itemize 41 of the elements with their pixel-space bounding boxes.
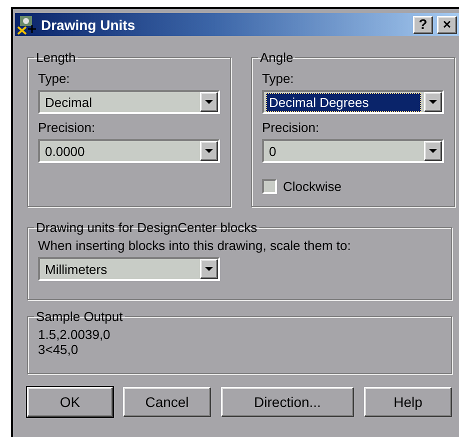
caret-down-icon — [205, 149, 213, 153]
sample-output-line: 1.5,2.0039,0 — [38, 327, 112, 342]
dropdown[interactable]: 0 — [262, 139, 444, 163]
dropdown-arrow-button[interactable] — [200, 259, 218, 279]
checkbox-label[interactable]: Clockwise — [283, 179, 342, 194]
app-icon — [17, 14, 37, 34]
caret-down-icon — [429, 149, 437, 153]
dropdown-value: Decimal — [44, 94, 93, 112]
caret-down-icon — [205, 267, 213, 271]
field-label: Type: — [262, 71, 295, 86]
group-title: Length — [35, 50, 77, 65]
group-title: Sample Output — [35, 309, 124, 324]
group-title: Drawing units for DesignCenter blocks — [35, 220, 258, 235]
dropdown-arrow-button[interactable] — [424, 92, 442, 112]
dropdown[interactable]: Decimal Degrees — [262, 90, 444, 114]
dropdown-value: Millimeters — [44, 260, 108, 278]
group-title: Angle — [259, 50, 294, 65]
dropdown-value: 0.0000 — [44, 142, 86, 160]
field-label: Precision: — [262, 120, 320, 135]
dropdown-arrow-button[interactable] — [200, 141, 218, 161]
dropdown[interactable]: Decimal — [38, 90, 220, 114]
checkbox[interactable] — [262, 179, 277, 194]
field-label: Type: — [38, 71, 71, 86]
dropdown[interactable]: Millimeters — [38, 257, 220, 281]
caret-down-icon — [205, 100, 213, 104]
field-label: Precision: — [38, 120, 96, 135]
help-button[interactable]: ? — [413, 16, 433, 34]
sample-output-line: 3<45,0 — [38, 342, 80, 357]
dropdown-value: 0 — [268, 142, 278, 160]
close-button[interactable]: × — [437, 16, 457, 34]
dropdown-arrow-button[interactable] — [200, 92, 218, 112]
dialog-button[interactable]: Cancel — [123, 387, 211, 417]
caret-down-icon — [429, 100, 437, 104]
dialog-button[interactable]: Direction... — [221, 387, 354, 417]
dropdown-value: Decimal Degrees — [266, 92, 421, 112]
dialog-button[interactable]: OK — [27, 387, 113, 417]
window-title: Drawing Units — [41, 16, 136, 32]
dropdown-arrow-button[interactable] — [424, 141, 442, 161]
dialog-button[interactable]: Help — [364, 387, 452, 417]
dropdown[interactable]: 0.0000 — [38, 139, 220, 163]
field-label: When inserting blocks into this drawing, scale them to: — [38, 238, 352, 253]
